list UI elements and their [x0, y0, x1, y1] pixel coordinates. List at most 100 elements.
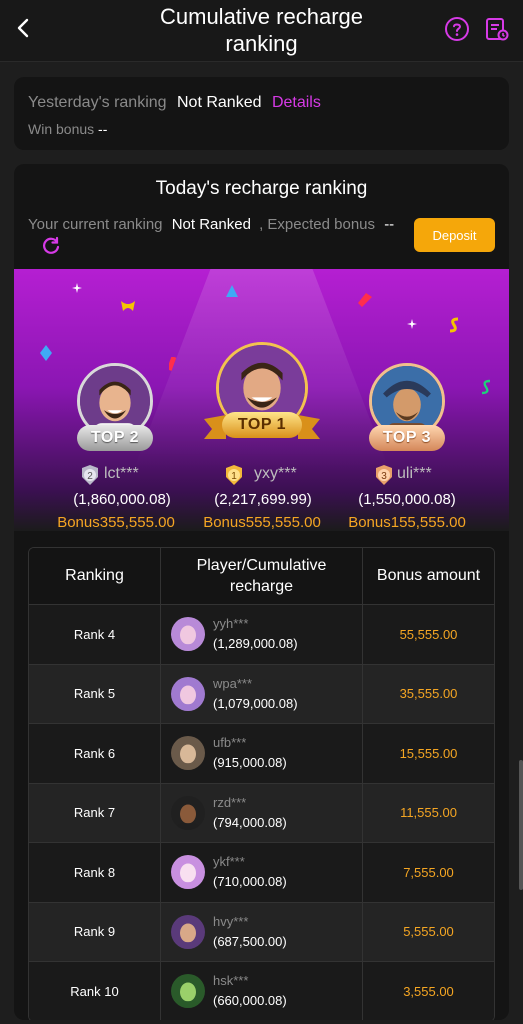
player-cell: ykf*** (710,000.08) [161, 843, 363, 902]
player-avatar [171, 974, 205, 1009]
medal-rank-3: 3 [381, 471, 387, 482]
ranking-table: Ranking Player/Cumulative recharge Bonus … [28, 547, 495, 1020]
table-row: Rank 10 hsk*** (660,000.08) 3,555.00 [29, 961, 494, 1020]
player-avatar [171, 736, 205, 771]
player-cell: ufb*** (915,000.08) [161, 724, 363, 783]
medal-rank-1: 1 [231, 471, 237, 482]
table-row: Rank 6 ufb*** (915,000.08) 15,555.00 [29, 723, 494, 783]
rank-cell: Rank 9 [29, 902, 161, 961]
rank-cell: Rank 10 [29, 962, 161, 1020]
top3-badge: TOP 3 [369, 425, 445, 451]
ranking-header: Ranking [29, 548, 161, 604]
confetti-icon [226, 285, 238, 297]
player-recharge: (1,079,000.08) [213, 695, 298, 711]
player-cell: hsk*** (660,000.08) [161, 962, 363, 1020]
gold-medal-icon: 1 [226, 465, 242, 485]
bonus-cell: 55,555.00 [399, 626, 458, 642]
bonus-cell: 35,555.00 [399, 686, 458, 702]
player-avatar [171, 914, 205, 949]
yesterday-ranking-line: Yesterday's ranking Not Ranked Details [28, 94, 321, 112]
top1-badge: TOP 1 [222, 412, 302, 438]
player-avatar [171, 676, 205, 711]
current-ranking-line: Your current ranking Not Ranked , Expect… [28, 216, 394, 233]
player-cell: wpa*** (1,079,000.08) [161, 664, 363, 723]
top2-bonus: Bonus355,555.00 [57, 514, 175, 531]
player-cell: hvy*** (687,500.00) [161, 902, 363, 961]
top1-amount: (2,217,699.99) [214, 491, 312, 508]
rank-cell: Rank 5 [29, 664, 161, 723]
player-recharge: (1,289,000.08) [213, 636, 298, 652]
current-ranking-label: Your current ranking [28, 216, 163, 233]
confetti-icon [407, 319, 417, 329]
yesterday-ranking-label: Yesterday's ranking [28, 94, 167, 111]
bonus-cell: 5,555.00 [403, 924, 454, 940]
deposit-button[interactable]: Deposit [414, 218, 495, 252]
help-icon[interactable] [444, 16, 470, 42]
expected-bonus-value: -- [384, 216, 395, 233]
details-link[interactable]: Details [272, 94, 321, 111]
player-recharge: (915,000.08) [213, 755, 287, 771]
top2-amount: (1,860,000.08) [73, 491, 171, 508]
refresh-icon[interactable] [40, 235, 62, 257]
win-bonus-value: -- [98, 121, 108, 137]
table-header: Ranking Player/Cumulative recharge Bonus … [29, 548, 494, 604]
confetti-icon [358, 293, 372, 307]
bonus-cell: 7,555.00 [403, 864, 454, 880]
rank-cell: Rank 8 [29, 843, 161, 902]
table-row: Rank 4 yyh*** (1,289,000.08) 55,555.00 [29, 604, 494, 664]
player-name: wpa*** [213, 675, 253, 691]
top1-bonus: Bonus555,555.00 [203, 514, 321, 531]
table-row: Rank 9 hvy*** (687,500.00) 5,555.00 [29, 901, 494, 961]
confetti-icon [72, 283, 82, 293]
player-name: ykf*** [213, 854, 245, 870]
player-header: Player/Cumulative recharge [161, 548, 363, 604]
player-recharge: (794,000.08) [213, 814, 287, 830]
player-recharge: (710,000.08) [213, 874, 287, 890]
confetti-icon [121, 301, 135, 311]
player-cell: rzd*** (794,000.08) [161, 783, 363, 842]
current-ranking-value: Not Ranked [171, 216, 251, 233]
confetti-icon [40, 345, 52, 361]
player-name: rzd*** [213, 794, 247, 810]
player-recharge: (660,000.08) [213, 993, 287, 1009]
bronze-medal-icon: 3 [376, 465, 392, 485]
medal-rank-2: 2 [87, 471, 93, 482]
player-avatar [171, 855, 205, 890]
player-avatar [171, 795, 205, 830]
win-bonus-label: Win bonus [28, 121, 95, 137]
top3-name: uli*** [397, 465, 432, 482]
silver-medal-icon: 2 [82, 465, 98, 485]
player-name: ufb*** [213, 735, 247, 751]
today-ranking-title: Today's recharge ranking [155, 178, 368, 199]
today-ranking-card: Today's recharge ranking Your current ra… [14, 164, 509, 1020]
expected-bonus-label: , Expected bonus [259, 216, 376, 233]
player-avatar [171, 617, 205, 652]
confetti-icon [449, 317, 459, 333]
bonus-cell: 15,555.00 [399, 745, 458, 761]
back-icon[interactable] [10, 14, 38, 42]
rank-cell: Rank 7 [29, 783, 161, 842]
bonus-cell: 11,555.00 [400, 805, 457, 821]
player-recharge: (687,500.00) [213, 933, 287, 949]
top2-name: lct*** [104, 465, 139, 482]
top3-bonus: Bonus155,555.00 [348, 514, 466, 531]
bonus-header: Bonus amount [376, 567, 481, 584]
document-icon[interactable] [484, 16, 510, 42]
rank-cell: Rank 4 [29, 605, 161, 664]
confetti-icon [169, 357, 177, 371]
table-row: Rank 7 rzd*** (794,000.08) 11,555.00 [29, 782, 494, 842]
scrollbar[interactable] [519, 760, 523, 890]
top2-badge: TOP 2 [77, 425, 153, 451]
top3-amount: (1,550,000.08) [358, 491, 456, 508]
top1-name: yxy*** [254, 465, 297, 482]
player-name: hsk*** [213, 973, 249, 989]
table-row: Rank 8 ykf*** (710,000.08) 7,555.00 [29, 842, 494, 902]
player-name: yyh*** [213, 616, 249, 632]
top-bar: Cumulative recharge ranking [0, 0, 523, 62]
table-row: Rank 5 wpa*** (1,079,000.08) 35,555.00 [29, 663, 494, 723]
page-title: Cumulative recharge ranking [160, 4, 363, 56]
confetti-icon [481, 379, 491, 395]
top-three-podium: TOP 2 2 lct*** (1,860,000.08) Bonus355,5… [14, 269, 509, 531]
player-name: hvy*** [213, 913, 249, 929]
yesterday-ranking-status: Not Ranked [177, 94, 262, 111]
